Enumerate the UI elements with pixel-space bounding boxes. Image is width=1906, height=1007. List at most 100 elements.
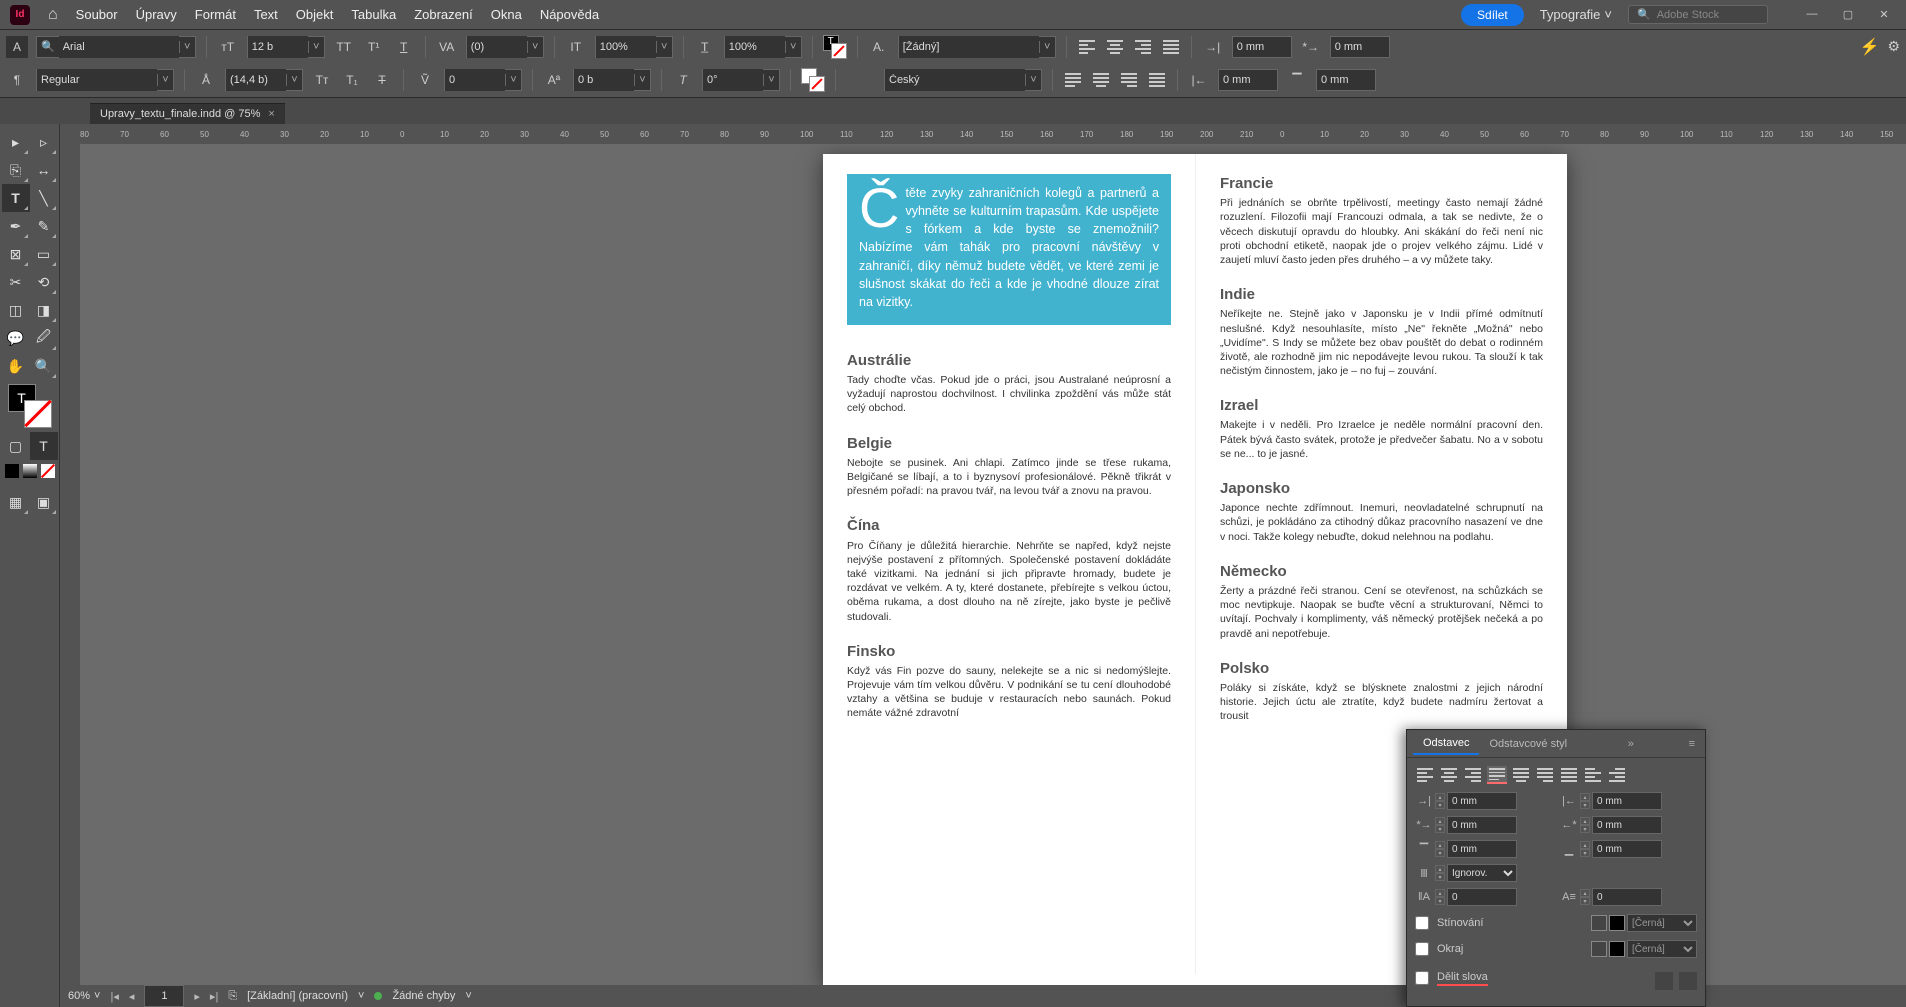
eyedropper-tool[interactable]: 🖉 bbox=[30, 324, 58, 352]
page-left[interactable]: Č těte zvyky zahraničních kolegů a partn… bbox=[823, 154, 1195, 974]
step-up[interactable]: ▴ bbox=[1435, 889, 1445, 897]
panel-tab-odstavcove-styly[interactable]: Odstavcové styl bbox=[1479, 734, 1577, 754]
allcaps-icon[interactable]: TT bbox=[333, 36, 355, 58]
adobe-stock-search[interactable]: 🔍Adobe Stock bbox=[1628, 5, 1768, 24]
panel-menu-icon[interactable]: ≡ bbox=[1685, 738, 1699, 750]
border-swatch-icon[interactable] bbox=[1591, 941, 1607, 957]
para-align-center[interactable] bbox=[1439, 766, 1459, 784]
preflight-status[interactable]: Žádné chyby bbox=[392, 990, 455, 1002]
country-heading[interactable]: Belgie bbox=[847, 434, 1171, 454]
chevron-down-icon[interactable]: ˅ bbox=[527, 41, 543, 53]
formatting-container-icon[interactable]: ▢ bbox=[2, 432, 30, 460]
para-space-after[interactable] bbox=[1592, 840, 1662, 858]
hscale-dropdown[interactable]: ˅ bbox=[724, 36, 802, 58]
para-direction-ltr-icon[interactable] bbox=[1655, 972, 1673, 990]
country-heading[interactable]: Indie bbox=[1220, 285, 1543, 305]
country-heading[interactable]: Polsko bbox=[1220, 659, 1543, 679]
para-indent-lastline[interactable] bbox=[1592, 816, 1662, 834]
justify-center-icon[interactable] bbox=[1091, 71, 1111, 89]
chevron-down-icon[interactable]: ˅ bbox=[308, 41, 324, 53]
menu-soubor[interactable]: Soubor bbox=[76, 7, 118, 22]
chevron-down-icon[interactable]: ˅ bbox=[1039, 41, 1055, 53]
country-heading[interactable]: Finsko bbox=[847, 642, 1171, 662]
para-indent-firstline[interactable] bbox=[1447, 816, 1517, 834]
window-close[interactable]: ✕ bbox=[1872, 8, 1896, 21]
country-heading[interactable]: Japonsko bbox=[1220, 479, 1543, 499]
chevron-down-icon[interactable]: ˅ bbox=[1025, 74, 1041, 86]
shading-color-icon[interactable] bbox=[1609, 915, 1625, 931]
chevron-down-icon[interactable]: ˅ bbox=[763, 74, 779, 86]
chevron-down-icon[interactable]: ˅ bbox=[157, 74, 173, 86]
paragraph-mode-icon[interactable]: ¶ bbox=[6, 69, 28, 91]
border-color-select[interactable]: [Černá] bbox=[1627, 940, 1697, 958]
open-icon[interactable]: ⎘ bbox=[228, 990, 237, 1003]
scissors-tool[interactable]: ✂ bbox=[2, 268, 30, 296]
para-justify-all[interactable] bbox=[1559, 766, 1579, 784]
menu-okna[interactable]: Okna bbox=[491, 7, 522, 22]
font-family-input[interactable] bbox=[59, 36, 179, 58]
strikethrough-icon[interactable]: T bbox=[371, 69, 393, 91]
menu-upravy[interactable]: Úpravy bbox=[136, 7, 177, 22]
chevron-down-icon[interactable]: ˅ bbox=[94, 990, 100, 1002]
border-checkbox[interactable] bbox=[1415, 942, 1429, 956]
type-tool[interactable]: T bbox=[2, 184, 30, 212]
hscale-input[interactable] bbox=[725, 36, 785, 58]
body-text[interactable]: Při jednáních se obrňte trpělivostí, mee… bbox=[1220, 196, 1543, 267]
step-up[interactable]: ▴ bbox=[1580, 841, 1590, 849]
view-mode-preview[interactable]: ▣ bbox=[30, 488, 58, 516]
para-indent-right[interactable] bbox=[1592, 792, 1662, 810]
text-fill-stroke-indicator[interactable]: T bbox=[823, 35, 847, 59]
nav-next-icon[interactable]: ▸ bbox=[194, 990, 200, 1003]
justify-left-icon[interactable] bbox=[1063, 71, 1083, 89]
formatting-text-icon[interactable]: T bbox=[30, 432, 58, 460]
body-text[interactable]: Pro Číňany je důležitá hierarchie. Nehrň… bbox=[847, 539, 1171, 624]
align-to-grid-select[interactable]: Ignorov. bbox=[1447, 864, 1517, 882]
font-size-dropdown[interactable]: ˅ bbox=[247, 36, 325, 58]
para-align-away-spine[interactable] bbox=[1607, 766, 1627, 784]
selection-tool[interactable]: ▸ bbox=[2, 128, 30, 156]
para-align-towards-spine[interactable] bbox=[1583, 766, 1603, 784]
indent-firstline-input[interactable] bbox=[1330, 36, 1390, 58]
rectangle-frame-tool[interactable]: ⊠ bbox=[2, 240, 30, 268]
step-down[interactable]: ▾ bbox=[1580, 825, 1590, 833]
window-minimize[interactable]: — bbox=[1800, 8, 1824, 21]
smallcaps-icon[interactable]: Tт bbox=[311, 69, 333, 91]
menu-objekt[interactable]: Objekt bbox=[296, 7, 334, 22]
step-up[interactable]: ▴ bbox=[1435, 841, 1445, 849]
fill-stroke-indicator-2[interactable] bbox=[801, 68, 825, 92]
skew-input[interactable] bbox=[703, 69, 763, 91]
body-text[interactable]: Nebojte se pusinek. Ani chlapi. Zatímco … bbox=[847, 456, 1171, 499]
page-number-input[interactable] bbox=[144, 985, 184, 1007]
country-heading[interactable]: Austrálie bbox=[847, 351, 1171, 371]
border-color-icon[interactable] bbox=[1609, 941, 1625, 957]
para-justify-left[interactable] bbox=[1487, 766, 1507, 784]
shading-swatch-icon[interactable] bbox=[1591, 915, 1607, 931]
menu-tabulka[interactable]: Tabulka bbox=[351, 7, 396, 22]
window-maximize[interactable]: ▢ bbox=[1836, 8, 1860, 21]
chevron-down-icon[interactable]: ˅ bbox=[465, 990, 471, 1002]
paragraph-style-status[interactable]: [Základní] (pracovní) bbox=[247, 990, 348, 1002]
tracking-input[interactable] bbox=[445, 69, 505, 91]
skew-dropdown[interactable]: ˅ bbox=[702, 69, 780, 91]
chevron-down-icon[interactable]: ˅ bbox=[358, 990, 364, 1002]
close-icon[interactable]: × bbox=[268, 108, 274, 120]
step-down[interactable]: ▾ bbox=[1435, 801, 1445, 809]
step-up[interactable]: ▴ bbox=[1580, 817, 1590, 825]
zoom-control[interactable]: 60% ˅ bbox=[68, 990, 100, 1002]
shading-checkbox[interactable] bbox=[1415, 916, 1429, 930]
space-before-input[interactable] bbox=[1316, 69, 1376, 91]
chevron-down-icon[interactable]: ˅ bbox=[785, 41, 801, 53]
chevron-down-icon[interactable]: ˅ bbox=[656, 41, 672, 53]
menu-format[interactable]: Formát bbox=[195, 7, 236, 22]
view-mode-normal[interactable]: ▦ bbox=[2, 488, 30, 516]
chevron-down-icon[interactable]: ˅ bbox=[505, 74, 521, 86]
char-style-dropdown[interactable]: ˅ bbox=[898, 36, 1056, 58]
home-icon[interactable]: ⌂ bbox=[48, 6, 58, 24]
gradient-feather-tool[interactable]: ◨ bbox=[30, 296, 58, 324]
nav-last-icon[interactable]: ▸| bbox=[210, 990, 218, 1003]
apply-none-icon[interactable] bbox=[41, 464, 55, 478]
body-text[interactable]: Makejte i v neděli. Pro Izraelce je nedě… bbox=[1220, 418, 1543, 461]
body-text[interactable]: Japonce nechte zdřímnout. Inemuri, neovl… bbox=[1220, 501, 1543, 544]
page-tool[interactable]: ⎘ bbox=[2, 156, 30, 184]
justify-right-icon[interactable] bbox=[1119, 71, 1139, 89]
